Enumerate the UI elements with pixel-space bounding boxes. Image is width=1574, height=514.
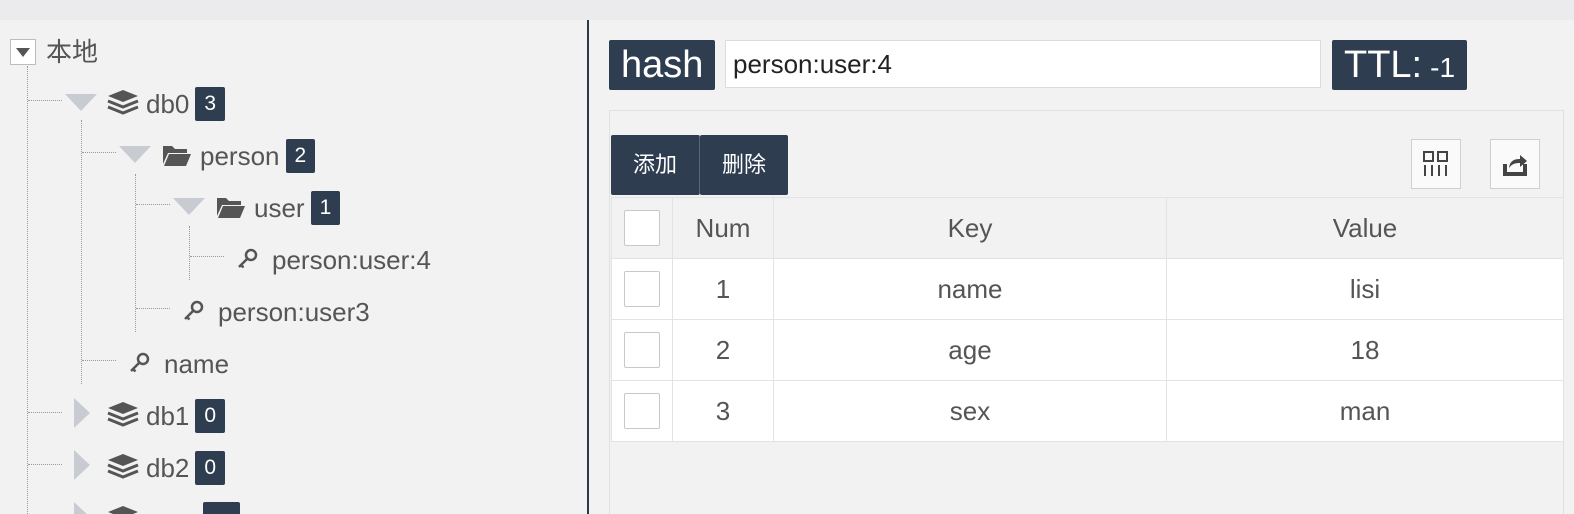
tree-guide-line: [28, 464, 62, 465]
ttl-label: TTL:: [1344, 44, 1423, 86]
cell-num: 1: [672, 258, 774, 320]
column-header-num[interactable]: Num: [672, 197, 774, 259]
row-checkbox-cell: [611, 380, 673, 442]
tree-node-user[interactable]: user 1: [254, 188, 341, 228]
node-label: name: [164, 349, 230, 379]
tree-node-person[interactable]: person 2: [200, 136, 316, 176]
count-badge: 0: [195, 451, 226, 485]
columns-icon: [1423, 151, 1448, 176]
tree-node-db0[interactable]: db0 3: [146, 84, 226, 124]
count-badge: 1: [310, 191, 341, 225]
cell-value[interactable]: 18: [1166, 319, 1564, 381]
tree-guide-line: [189, 226, 190, 280]
tree-node-db2[interactable]: db2 0: [146, 448, 226, 488]
cell-key[interactable]: age: [773, 319, 1167, 381]
table-header-row: Num Key Value: [611, 197, 1564, 259]
table-row[interactable]: 3 sex man: [611, 380, 1564, 442]
key-detail-pane: hash TTL:-1 添加 删除: [589, 20, 1574, 514]
tree-root-label: 本地: [46, 37, 99, 67]
columns-icon[interactable]: [1411, 139, 1461, 189]
tree-guide-line: [190, 256, 224, 257]
node-label: db2: [146, 453, 190, 483]
export-icon: [1503, 155, 1527, 176]
expand-toggle-icon[interactable]: [74, 398, 90, 428]
cell-num: 2: [672, 319, 774, 381]
ttl-badge[interactable]: TTL: -1: [1332, 40, 1468, 90]
tree-node-db1[interactable]: db1 0: [146, 396, 226, 436]
row-checkbox-cell: [611, 258, 673, 320]
tree-guide-line: [136, 204, 170, 205]
row-checkbox[interactable]: [624, 393, 660, 429]
row-checkbox[interactable]: [624, 332, 660, 368]
export-icon[interactable]: [1490, 139, 1540, 189]
node-label: user: [254, 193, 305, 223]
database-stack-icon: [107, 402, 139, 427]
tree-guide-line: [28, 412, 62, 413]
key-icon: [184, 300, 204, 321]
cell-num: 3: [672, 380, 774, 442]
ttl-value: -1: [1430, 52, 1456, 83]
tree-node-person-user-4[interactable]: person:user:4: [272, 240, 431, 280]
table-row[interactable]: 1 name lisi: [611, 258, 1564, 320]
expand-toggle-icon[interactable]: [74, 450, 90, 480]
row-checkbox-cell: [611, 319, 673, 381]
database-stack-icon: [108, 506, 138, 514]
count-badge: 0: [195, 399, 226, 433]
tree-guide-line: [136, 308, 170, 309]
key-name-input[interactable]: [725, 40, 1321, 88]
cell-key[interactable]: name: [773, 258, 1167, 320]
folder-open-icon: [217, 198, 245, 218]
tree-guide-line: [82, 152, 116, 153]
delete-button[interactable]: 删除: [700, 135, 788, 195]
column-header-key[interactable]: Key: [773, 197, 1167, 259]
cell-value[interactable]: lisi: [1166, 258, 1564, 320]
folder-open-icon: [163, 146, 191, 166]
key-tree[interactable]: 本地 db0 3 person 2 user 1 person:user:4 p…: [0, 20, 588, 514]
hash-table: Num Key Value 1 name lisi 2 age 18 3 sex…: [611, 197, 1564, 442]
row-checkbox[interactable]: [624, 271, 660, 307]
expand-toggle-icon[interactable]: [119, 146, 151, 163]
cell-value[interactable]: man: [1166, 380, 1564, 442]
database-stack-icon: [107, 454, 139, 479]
expand-toggle-icon[interactable]: [173, 198, 205, 215]
node-label: person: [200, 141, 280, 171]
tree-node-person-user3[interactable]: person:user3: [218, 292, 370, 332]
expand-toggle-icon[interactable]: [65, 94, 97, 111]
node-label: person:user:4: [272, 245, 431, 275]
expand-toggle-icon[interactable]: [74, 502, 90, 514]
hash-grid: 添加 删除 Num Key Value 1 name lisi 2 age 18…: [609, 110, 1564, 514]
node-label: db1: [146, 401, 190, 431]
key-icon: [238, 248, 258, 269]
cell-key[interactable]: sex: [773, 380, 1167, 442]
top-bar: [0, 0, 1574, 20]
add-button[interactable]: 添加: [611, 135, 700, 195]
count-badge: [203, 502, 240, 514]
column-header-value[interactable]: Value: [1166, 197, 1564, 259]
count-badge: 3: [195, 87, 226, 121]
key-icon: [130, 352, 150, 373]
node-label: db0: [146, 89, 190, 119]
node-label: person:user3: [218, 297, 370, 327]
key-type-badge: hash: [609, 40, 716, 90]
select-all-checkbox[interactable]: [624, 210, 660, 246]
count-badge: 2: [285, 139, 316, 173]
tree-guide-line: [81, 120, 82, 384]
collapse-toggle-icon[interactable]: [10, 39, 36, 65]
table-row[interactable]: 2 age 18: [611, 319, 1564, 381]
tree-guide-line: [82, 360, 116, 361]
tree-root[interactable]: 本地: [46, 32, 98, 72]
database-stack-icon: [107, 90, 139, 115]
tree-guide-line: [28, 100, 62, 101]
select-all-cell: [611, 197, 673, 259]
tree-guide-line: [27, 66, 28, 514]
tree-node-name[interactable]: name: [164, 344, 229, 384]
